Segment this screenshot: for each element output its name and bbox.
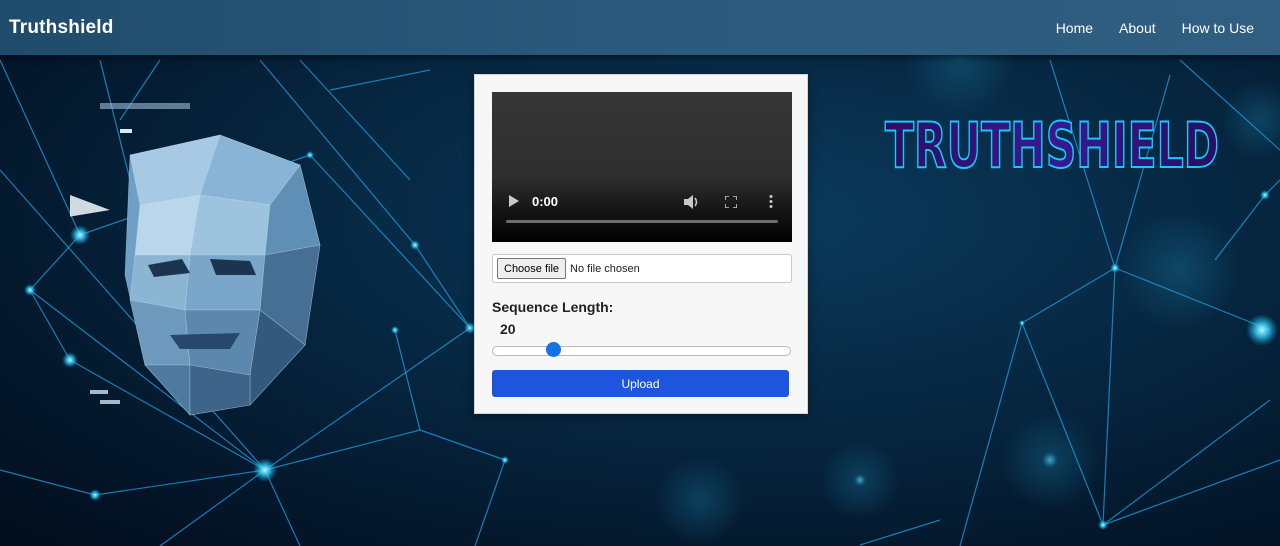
video-player[interactable]: 0:00	[492, 92, 792, 242]
nav-link-how-to-use[interactable]: How to Use	[1182, 20, 1254, 36]
logo-text: TRUTHSHIELD	[885, 109, 1219, 179]
more-options-icon[interactable]	[769, 195, 773, 208]
play-icon[interactable]	[509, 195, 519, 207]
sequence-length-slider[interactable]	[492, 346, 791, 356]
choose-file-button[interactable]: Choose file	[497, 258, 567, 279]
truthshield-logo: TRUTHSHIELD	[884, 108, 1220, 179]
nav-links: Home About How to Use	[1056, 20, 1254, 36]
slider-thumb[interactable]	[545, 342, 561, 357]
upload-card: 0:00 Choose file No file chosen Sequence…	[474, 74, 808, 414]
nav-link-about[interactable]: About	[1119, 20, 1156, 36]
upload-button[interactable]: Upload	[492, 370, 789, 397]
fullscreen-icon[interactable]	[725, 196, 737, 208]
file-input: Choose file No file chosen	[492, 254, 792, 283]
face-illustration	[70, 103, 321, 416]
video-time: 0:00	[532, 194, 559, 209]
navbar: Truthshield Home About How to Use	[0, 0, 1280, 55]
nav-link-home[interactable]: Home	[1056, 20, 1093, 36]
volume-icon[interactable]	[684, 195, 700, 209]
sequence-length-value: 20	[500, 321, 516, 337]
brand-title[interactable]: Truthshield	[9, 17, 114, 39]
file-status-text: No file chosen	[570, 262, 640, 275]
video-progress-bar[interactable]	[506, 220, 778, 223]
sequence-length-label: Sequence Length:	[492, 299, 614, 315]
